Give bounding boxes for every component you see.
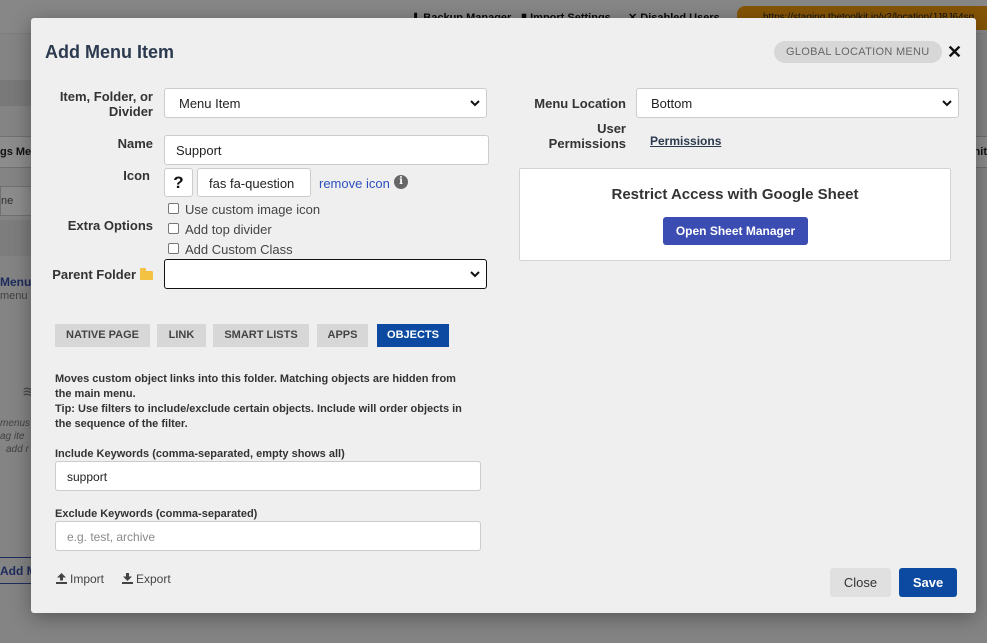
objects-description: Moves custom object links into this fold… (55, 372, 475, 432)
chevron-down-icon (942, 100, 952, 107)
tab-native-page[interactable]: NATIVE PAGE (55, 324, 150, 347)
tab-objects[interactable]: OBJECTS (377, 324, 449, 347)
open-sheet-manager-button[interactable]: Open Sheet Manager (663, 217, 808, 245)
user-permissions-label: User Permissions (548, 121, 626, 151)
exclude-keywords-label: Exclude Keywords (comma-separated) (55, 508, 258, 520)
icon-label: Icon (123, 168, 150, 183)
export-button[interactable]: Export (122, 572, 171, 586)
chevron-down-icon (470, 271, 480, 278)
parent-folder-label: Parent Folder (45, 267, 153, 282)
objects-tip-text: Tip: Use filters to include/exclude cert… (55, 403, 462, 430)
add-menu-item-modal: Add Menu Item GLOBAL LOCATION MENU ✕ Ite… (31, 18, 976, 613)
menu-scope-badge: GLOBAL LOCATION MENU (774, 41, 942, 63)
include-keywords-input[interactable]: support (55, 461, 481, 491)
close-button[interactable]: Close (830, 568, 891, 597)
menu-location-value: Bottom (651, 96, 693, 111)
type-label: Item, Folder, or Divider (59, 89, 153, 119)
tab-apps[interactable]: APPS (317, 324, 368, 347)
extra-options-label: Extra Options (67, 218, 153, 233)
objects-description-text: Moves custom object links into this fold… (55, 373, 456, 400)
type-select[interactable]: Menu Item (164, 88, 487, 118)
custom-class-checkbox[interactable] (168, 243, 179, 254)
menu-location-label: Menu Location (534, 96, 626, 111)
question-icon[interactable]: ? (164, 168, 193, 197)
icon-class-input[interactable]: fas fa-question (197, 168, 311, 197)
parent-folder-label-text: Parent Folder (52, 267, 136, 282)
custom-image-checkbox[interactable] (168, 203, 179, 214)
modal-title: Add Menu Item (45, 42, 174, 62)
upload-icon (56, 573, 67, 584)
folder-icon (140, 268, 153, 280)
import-button[interactable]: Import (56, 572, 104, 586)
info-icon[interactable]: i (394, 175, 408, 189)
chevron-down-icon (470, 100, 480, 107)
menu-location-select[interactable]: Bottom (636, 88, 959, 118)
remove-icon-link[interactable]: remove icon (319, 176, 390, 191)
top-divider-checkbox[interactable] (168, 223, 179, 234)
tab-smart-lists[interactable]: SMART LISTS (213, 324, 309, 347)
custom-image-option-label: Use custom image icon (185, 202, 321, 217)
custom-class-option-label: Add Custom Class (185, 242, 293, 257)
google-sheet-panel: Restrict Access with Google Sheet Open S… (519, 168, 951, 261)
export-label: Export (136, 572, 171, 586)
download-icon (122, 573, 133, 584)
parent-folder-select[interactable] (164, 259, 487, 289)
type-select-value: Menu Item (179, 96, 241, 111)
tab-link[interactable]: LINK (157, 324, 206, 347)
save-button[interactable]: Save (899, 568, 957, 597)
exclude-keywords-input[interactable]: e.g. test, archive (55, 521, 481, 551)
name-label: Name (117, 136, 153, 151)
include-keywords-label: Include Keywords (comma-separated, empty… (55, 448, 345, 460)
google-sheet-title: Restrict Access with Google Sheet (611, 186, 859, 203)
close-icon[interactable]: ✕ (947, 42, 962, 63)
import-label: Import (70, 572, 105, 586)
name-input[interactable]: Support (164, 135, 489, 165)
top-divider-option-label: Add top divider (185, 222, 272, 237)
permissions-link[interactable]: Permissions (650, 134, 721, 148)
